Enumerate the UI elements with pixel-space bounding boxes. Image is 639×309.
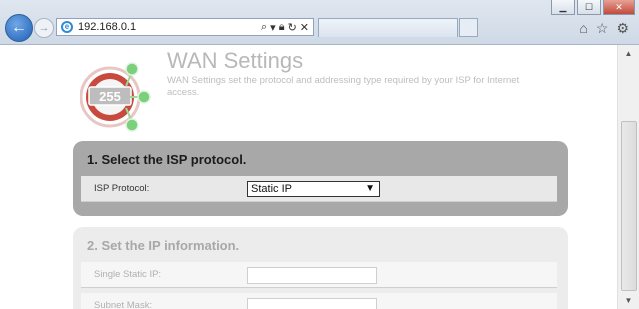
page-content: 255 WAN Settings WAN Settings set the pr… (0, 45, 618, 309)
toolbar-icons: ⌂ ☆ ⚙ (579, 20, 629, 37)
lock-icon[interactable]: 🔒︎ (279, 21, 285, 34)
home-icon[interactable]: ⌂ (579, 20, 587, 37)
browser-chrome: ▁ ☐ ✕ ← → e 192.168.0.1 ⌕ ▾ 🔒︎ ↻ ✕ ⌂ ☆ ⚙ (0, 0, 639, 45)
search-icon[interactable]: ⌕ (261, 21, 267, 34)
minimize-button[interactable]: ▁ (551, 0, 575, 15)
back-arrow-icon: ← (11, 19, 27, 36)
browser-tab[interactable] (318, 18, 458, 37)
refresh-icon[interactable]: ↻ (288, 21, 297, 34)
maximize-button[interactable]: ☐ (577, 0, 601, 15)
isp-protocol-panel: 1. Select the ISP protocol. ISP Protocol… (73, 141, 568, 216)
static-ip-input[interactable] (247, 267, 377, 284)
forward-arrow-icon: → (38, 22, 50, 34)
section2-title: 2. Set the IP information. (87, 238, 240, 253)
back-button[interactable]: ← (5, 14, 33, 42)
section1-title: 1. Select the ISP protocol. (87, 152, 247, 167)
ie-icon: e (61, 21, 73, 33)
isp-protocol-row: ISP Protocol: Static IP ▼ (81, 176, 557, 202)
logo-text: 255 (99, 89, 121, 104)
scroll-up-icon[interactable]: ▲ (618, 45, 639, 62)
subnet-mask-input[interactable] (247, 298, 377, 309)
settings-gear-icon[interactable]: ⚙ (616, 20, 629, 37)
scroll-down-icon[interactable]: ▼ (618, 292, 639, 309)
page-title: WAN Settings (167, 48, 304, 73)
scrollbar-thumb[interactable] (621, 121, 637, 291)
forward-button[interactable]: → (34, 18, 54, 38)
vertical-scrollbar[interactable]: ▲ ▼ (617, 45, 639, 309)
subnet-mask-label: Subnet Mask: (94, 300, 153, 309)
address-text[interactable]: 192.168.0.1 (78, 21, 261, 33)
dropdown-icon[interactable]: ▾ (270, 21, 276, 34)
static-ip-label: Single Static IP: (94, 269, 162, 280)
router-logo-icon: 255 (80, 62, 151, 132)
isp-protocol-label: ISP Protocol: (94, 183, 150, 194)
ip-information-panel: 2. Set the IP information. Single Static… (73, 227, 568, 309)
new-tab-button[interactable] (459, 18, 478, 37)
subnet-mask-row: Subnet Mask: (81, 293, 557, 309)
address-bar[interactable]: e 192.168.0.1 ⌕ ▾ 🔒︎ ↻ ✕ (56, 18, 314, 36)
static-ip-row: Single Static IP: (81, 262, 557, 288)
favorites-star-icon[interactable]: ☆ (596, 20, 609, 37)
close-button[interactable]: ✕ (603, 0, 635, 15)
page-description: WAN Settings set the protocol and addres… (167, 75, 520, 98)
isp-protocol-select[interactable]: Static IP ▼ (247, 181, 380, 197)
stop-icon[interactable]: ✕ (300, 21, 309, 34)
window-controls: ▁ ☐ ✕ (551, 0, 635, 15)
dropdown-arrow-icon: ▼ (365, 183, 375, 194)
address-actions: ⌕ ▾ 🔒︎ ↻ ✕ (261, 21, 309, 34)
isp-protocol-value: Static IP (251, 183, 292, 195)
